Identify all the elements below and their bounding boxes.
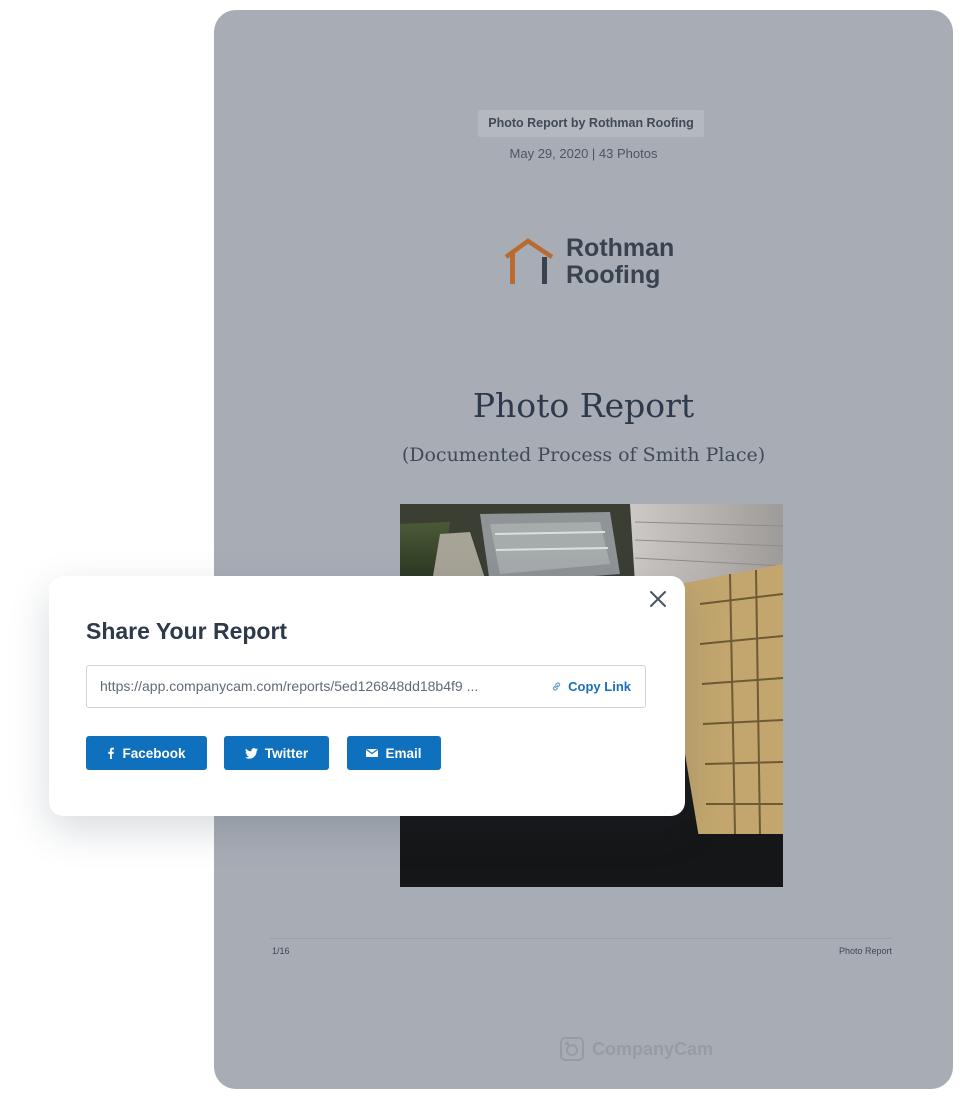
email-label: Email <box>385 745 422 761</box>
companycam-brand-text: CompanyCam <box>592 1039 714 1059</box>
photo-report-preview: Photo Report by Rothman Roofing May 29, … <box>214 10 953 1089</box>
twitter-share-button[interactable]: Twitter <box>224 736 329 770</box>
facebook-icon <box>108 747 115 759</box>
logo-line-2: Roofing <box>566 261 661 289</box>
facebook-share-button[interactable]: Facebook <box>86 736 207 770</box>
twitter-label: Twitter <box>264 745 309 761</box>
page-label: Photo Report <box>838 946 892 956</box>
copy-link-button[interactable]: Copy Link <box>551 666 631 707</box>
report-subtitle: (Documented Process of Smith Place) <box>401 444 766 466</box>
close-icon <box>650 591 666 607</box>
report-badge: Photo Report by Rothman Roofing <box>478 110 704 137</box>
share-report-modal: Share Your Report https://app.companycam… <box>49 576 685 816</box>
copy-link-label: Copy Link <box>568 679 631 694</box>
email-share-button[interactable]: Email <box>347 736 441 770</box>
page-number: 1/16 <box>272 946 290 956</box>
link-icon <box>552 682 561 691</box>
logo-line-1: Rothman <box>566 234 675 262</box>
house-logo-icon <box>504 238 554 284</box>
twitter-icon <box>244 747 258 759</box>
email-icon <box>366 749 379 757</box>
companycam-logo-icon <box>560 1037 584 1061</box>
modal-title: Share Your Report <box>86 618 288 644</box>
company-logo: Rothman Roofing <box>504 235 704 295</box>
page-divider <box>270 938 892 939</box>
share-link-value[interactable]: https://app.companycam.com/reports/5ed12… <box>100 666 478 707</box>
share-link-field[interactable]: https://app.companycam.com/reports/5ed12… <box>86 665 646 708</box>
close-button[interactable] <box>647 588 669 610</box>
facebook-label: Facebook <box>122 745 186 761</box>
report-title: Photo Report <box>472 386 695 425</box>
report-meta: May 29, 2020 | 43 Photos <box>509 146 658 161</box>
